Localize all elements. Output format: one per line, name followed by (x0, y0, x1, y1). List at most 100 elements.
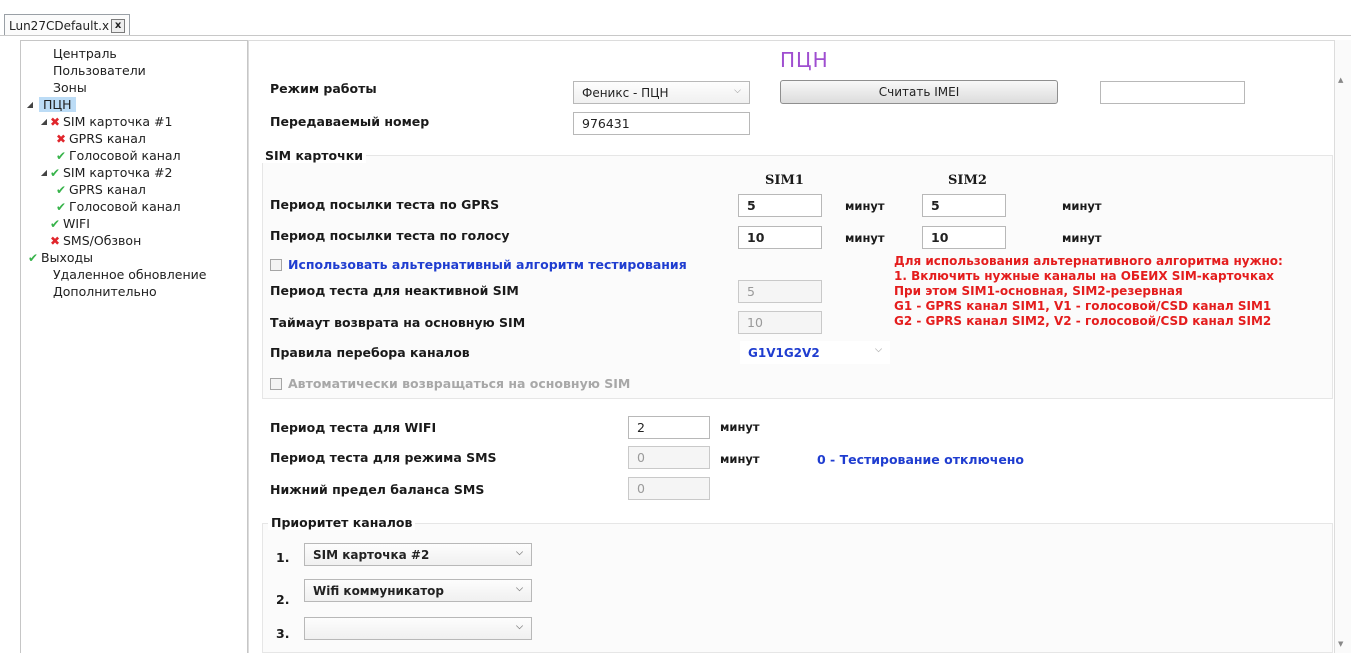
cross-icon: ✖ (49, 114, 61, 129)
note-line: Для использования альтернативного алгори… (894, 254, 1283, 268)
priority-1-number: 1. (276, 550, 290, 565)
note-line: G1 - GPRS канал SIM1, V1 - голосовой/CSD… (894, 299, 1272, 313)
check-icon: ✔ (55, 182, 67, 197)
expand-arrow-icon[interactable]: ◢ (39, 168, 49, 177)
document-tab-title: Lun27CDefault.x (9, 18, 110, 33)
tree-item[interactable]: Удаленное обновление (21, 266, 247, 283)
read-imei-button[interactable]: Считать IMEI (780, 80, 1058, 104)
gprs-sim1-unit: минут (845, 199, 885, 213)
expand-arrow-icon[interactable]: ◢ (25, 100, 35, 109)
check-icon: ✔ (49, 216, 61, 231)
document-tabbar: Lun27CDefault.x x (0, 0, 1351, 36)
tree-item[interactable]: Дополнительно (21, 283, 247, 300)
sms-hint: 0 - Тестирование отключено (817, 452, 1025, 467)
priority-2-value: Wifi коммуникатор (313, 583, 444, 598)
tree-item-label: GPRS канал (69, 182, 146, 197)
mode-label: Режим работы (270, 81, 377, 96)
tree-item[interactable]: Зоны (21, 79, 247, 96)
priority-2-select[interactable]: Wifi коммуникатор ⌵ (304, 579, 532, 602)
tree-item[interactable]: ✔ WIFI (21, 215, 247, 232)
tree-item[interactable]: ◢ ✔ SIM карточка #2 (21, 164, 247, 181)
sms-balance-field[interactable]: 0 (628, 477, 710, 500)
tree-item-label: SMS/Обзвон (63, 233, 142, 248)
channel-priority-title: Приоритет каналов (268, 515, 416, 530)
mode-select[interactable]: Феникс - ПЦН ⌵ (573, 81, 750, 104)
tree-item[interactable]: ✔ GPRS канал (21, 181, 247, 198)
document-tab[interactable]: Lun27CDefault.x x (4, 14, 131, 36)
sms-period-unit: минут (720, 452, 760, 466)
tree-item-label: WIFI (63, 216, 90, 231)
number-field[interactable]: 976431 (573, 112, 750, 135)
tree-item-label: Голосовой канал (69, 148, 181, 163)
tree-item[interactable]: ◢ ✖ SIM карточка #1 (21, 113, 247, 130)
note-line: 1. Включить нужные каналы на ОБЕИХ SIM-к… (894, 269, 1275, 283)
tree-item[interactable]: ✔ Голосовой канал (21, 198, 247, 215)
tree-item[interactable]: ✖ SMS/Обзвон (21, 232, 247, 249)
tab-divider (0, 35, 1351, 36)
inactive-sim-label: Период теста для неактивной SIM (270, 283, 519, 298)
check-icon: ✔ (55, 148, 67, 163)
tree-item[interactable]: Централь (21, 45, 247, 62)
page-title: ПЦН (780, 48, 829, 72)
tree-item[interactable]: ✔ Голосовой канал (21, 147, 247, 164)
gprs-sim2-field[interactable]: 5 (922, 194, 1006, 217)
voice-sim2-unit: минут (1062, 231, 1102, 245)
tree-item-label: Удаленное обновление (53, 267, 207, 282)
mode-select-value: Феникс - ПЦН (582, 85, 669, 100)
note-line: G2 - GPRS канал SIM2, V2 - голосовой/CSD… (894, 314, 1272, 328)
sms-balance-label: Нижний предел баланса SMS (270, 482, 485, 497)
gprs-sim2-unit: минут (1062, 199, 1102, 213)
alt-algorithm-note: Для использования альтернативного алгори… (894, 254, 1283, 329)
channel-rules-select[interactable]: G1V1G2V2 ⌵ (740, 341, 890, 364)
note-line: При этом SIM1-основная, SIM2-резервная (894, 284, 1183, 298)
priority-1-value: SIM карточка #2 (313, 547, 430, 562)
tree-item-label: Централь (53, 46, 117, 61)
priority-1-select[interactable]: SIM карточка #2 ⌵ (304, 543, 532, 566)
auto-return-checkbox[interactable]: Автоматически возвращаться на основную S… (270, 376, 630, 391)
check-icon: ✔ (55, 199, 67, 214)
voice-sim2-field[interactable]: 10 (922, 226, 1006, 249)
tree-item-label: ПЦН (39, 97, 76, 112)
cross-icon: ✖ (49, 233, 61, 248)
channel-rules-label: Правила перебора каналов (270, 345, 470, 360)
wifi-period-label: Период теста для WIFI (270, 420, 437, 435)
gprs-sim1-field[interactable]: 5 (738, 194, 822, 217)
tree-item[interactable]: ✔ Выходы (21, 249, 247, 266)
tree-item-label: Голосовой канал (69, 199, 181, 214)
tree-item[interactable]: ✖ GPRS канал (21, 130, 247, 147)
sms-period-label: Период теста для режима SMS (270, 450, 497, 465)
priority-2-number: 2. (276, 592, 290, 607)
expand-arrow-icon[interactable]: ◢ (39, 117, 49, 126)
scroll-up-arrow-icon[interactable]: ▲ (1338, 76, 1343, 84)
close-icon[interactable]: x (111, 18, 126, 33)
voice-sim1-field[interactable]: 10 (738, 226, 822, 249)
tree-item-label: GPRS канал (69, 131, 146, 146)
check-icon: ✔ (49, 165, 61, 180)
wifi-period-field[interactable]: 2 (628, 416, 710, 439)
gprs-period-label: Период посылки теста по GPRS (270, 197, 500, 212)
priority-3-select[interactable]: ⌵ (304, 617, 532, 640)
vertical-scrollbar[interactable] (1335, 40, 1351, 653)
tree-item[interactable]: Пользователи (21, 62, 247, 79)
chevron-down-icon: ⌵ (516, 622, 523, 632)
chevron-down-icon: ⌵ (516, 584, 523, 594)
tree-item[interactable]: ◢ ПЦН (21, 96, 247, 113)
return-timeout-field[interactable]: 10 (738, 311, 822, 334)
imei-field[interactable] (1100, 81, 1245, 104)
scroll-down-arrow-icon[interactable]: ▼ (1338, 640, 1343, 648)
chevron-down-icon: ⌵ (875, 345, 882, 355)
checkbox-icon (270, 377, 282, 390)
chevron-down-icon: ⌵ (734, 86, 741, 96)
tree-item-label: Дополнительно (53, 284, 157, 299)
alt-algorithm-checkbox[interactable]: Использовать альтернативный алгоритм тес… (270, 257, 687, 272)
voice-period-label: Период посылки теста по голосу (270, 228, 510, 243)
inactive-sim-field[interactable]: 5 (738, 280, 822, 303)
sms-period-field[interactable]: 0 (628, 446, 710, 469)
voice-sim1-unit: минут (845, 231, 885, 245)
sim-cards-group-title: SIM карточки (262, 148, 366, 163)
return-timeout-label: Таймаут возврата на основную SIM (270, 315, 526, 330)
alt-algorithm-label: Использовать альтернативный алгоритм тес… (288, 257, 687, 272)
chevron-down-icon: ⌵ (516, 548, 523, 558)
wifi-period-unit: минут (720, 420, 760, 434)
tree-item-label: SIM карточка #2 (63, 165, 173, 180)
